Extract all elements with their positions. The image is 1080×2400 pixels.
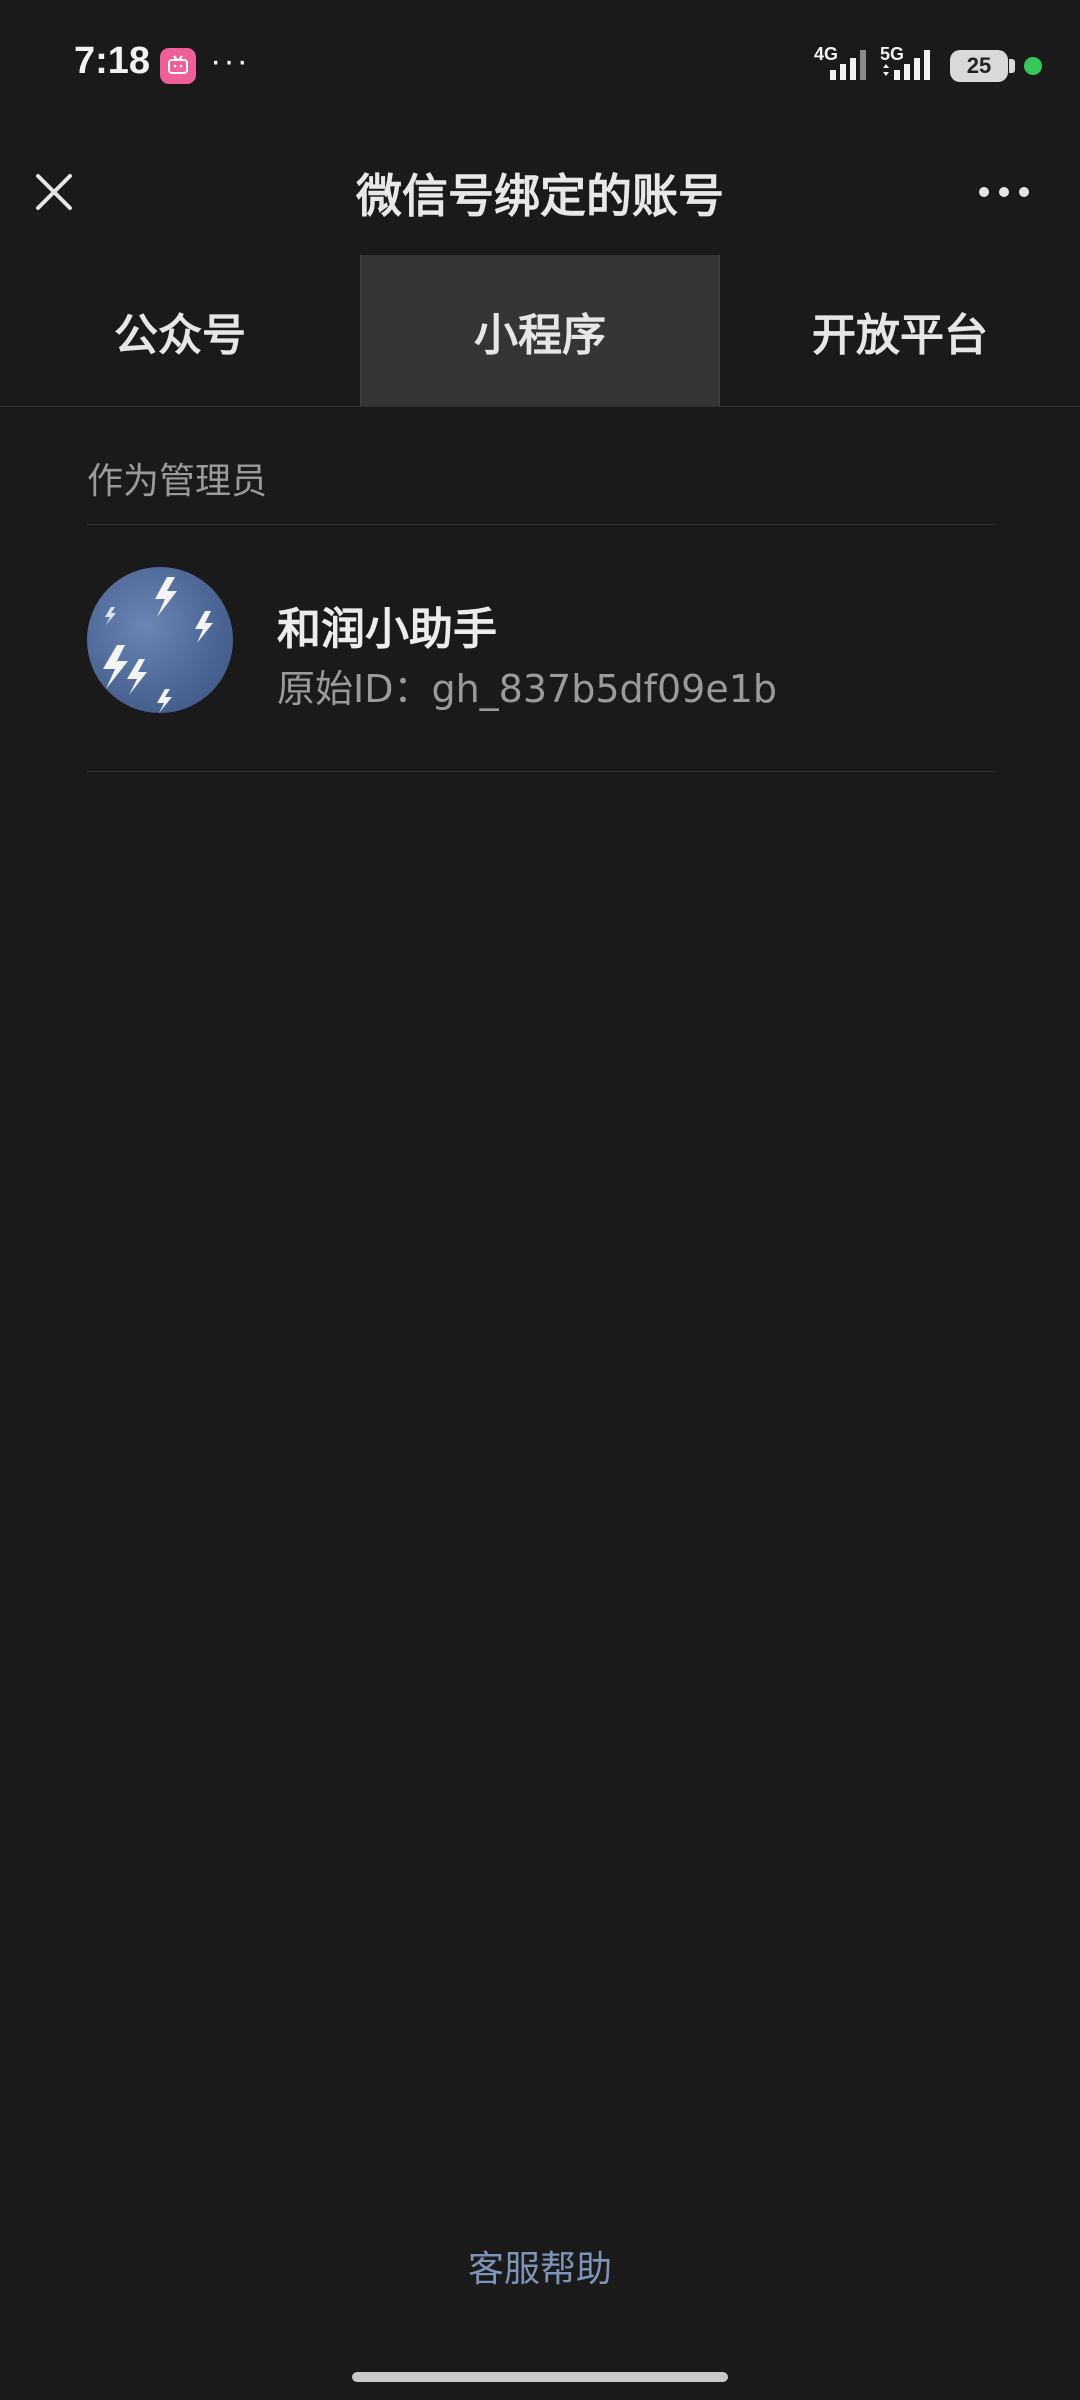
tab-mini-programs[interactable]: 小程序: [360, 255, 720, 406]
avatar: [87, 567, 233, 713]
page-title: 微信号绑定的账号: [356, 169, 724, 223]
list-divider: [87, 771, 995, 772]
nav-bar: 微信号绑定的账号: [0, 130, 1080, 255]
account-name: 和润小助手: [277, 604, 497, 655]
signal-4g-icon: [830, 50, 866, 80]
more-button[interactable]: [972, 170, 1036, 214]
tab-official-accounts[interactable]: 公众号: [0, 255, 360, 406]
customer-service-help-link[interactable]: 客服帮助: [0, 2240, 1080, 2292]
signal-5g-icon: [883, 50, 930, 80]
tv-app-icon: [160, 48, 196, 84]
tab-open-platform[interactable]: 开放平台: [720, 255, 1080, 406]
status-time: 7:18: [74, 40, 151, 82]
status-bar: 7:18 ··· 4G 5G 25: [0, 0, 1080, 130]
battery-level: 25: [966, 53, 992, 78]
list-item-account[interactable]: 和润小助手 原始ID：gh_837b5df09e1b: [87, 525, 995, 771]
home-indicator[interactable]: [352, 2372, 728, 2382]
lightning-pattern-avatar-icon: [103, 577, 213, 713]
more-dots-icon: [979, 187, 1029, 197]
battery-tip: [1009, 59, 1015, 73]
privacy-indicator-dot: [1024, 57, 1042, 75]
screen: 7:18 ··· 4G 5G 25 微信号绑定的账号 公众号 小程序 开放平台 …: [0, 0, 1080, 2400]
account-original-id: 原始ID：gh_837b5df09e1b: [277, 667, 778, 711]
status-more-icon: ···: [210, 42, 250, 80]
tabs-divider: [0, 406, 1080, 407]
section-title-admin: 作为管理员: [87, 461, 268, 502]
tab-bar: 公众号 小程序 开放平台: [0, 255, 1080, 406]
